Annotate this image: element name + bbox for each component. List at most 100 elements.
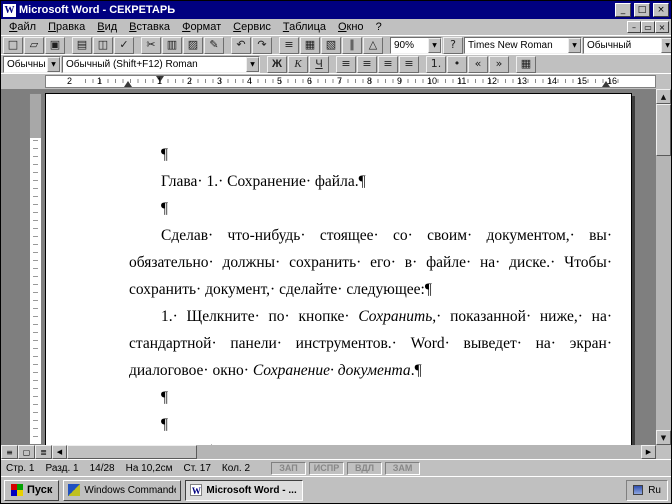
menu-item-1[interactable]: Правка bbox=[42, 20, 91, 34]
bold-button[interactable]: Ж bbox=[267, 56, 287, 73]
paragraph[interactable]: ¶ bbox=[129, 411, 612, 438]
paragraph[interactable]: Сделав· что-нибудь· стоящее· со· своим· … bbox=[129, 222, 612, 303]
status-field: Ст. 17 bbox=[184, 463, 211, 474]
print-preview-button[interactable]: ◫ bbox=[93, 37, 113, 54]
left-indent-marker[interactable] bbox=[124, 81, 132, 87]
paragraph[interactable]: 1.· Щелкните· по· кнопке· Сохранить,· по… bbox=[129, 303, 612, 384]
document-minimize-button[interactable]: – bbox=[627, 21, 641, 33]
spelling-button[interactable]: ✓ bbox=[114, 37, 134, 54]
underline-button[interactable]: Ч bbox=[309, 56, 329, 73]
zoom-combobox[interactable]: 90% ▼ bbox=[390, 37, 442, 54]
font-name-combobox[interactable]: Times New Roman ▼ bbox=[464, 37, 582, 54]
menu-item-4[interactable]: Формат bbox=[176, 20, 227, 34]
horizontal-scroll-thumb[interactable] bbox=[67, 445, 197, 459]
decrease-indent-button[interactable]: « bbox=[468, 56, 488, 73]
start-button[interactable]: Пуск bbox=[4, 480, 59, 501]
menu-item-8[interactable]: ? bbox=[370, 20, 388, 34]
drawing-button[interactable]: △ bbox=[363, 37, 383, 54]
normal-view-button[interactable]: ≡ bbox=[1, 445, 18, 459]
horizontal-scrollbar[interactable]: ≡ ▢ ≣ ◀ ▶ bbox=[1, 445, 671, 459]
scroll-down-icon[interactable]: ▼ bbox=[656, 430, 671, 445]
vertical-scroll-track[interactable] bbox=[656, 104, 671, 430]
chevron-down-icon[interactable]: ▼ bbox=[47, 57, 60, 72]
paragraph[interactable]: ¶ bbox=[129, 141, 612, 168]
align-left-button[interactable]: ≡ bbox=[336, 56, 356, 73]
menu-item-2[interactable]: Вид bbox=[91, 20, 123, 34]
scroll-left-icon[interactable]: ◀ bbox=[52, 445, 67, 459]
ruler-number: 5 bbox=[277, 76, 282, 87]
vertical-scroll-thumb[interactable] bbox=[656, 104, 671, 156]
vertical-ruler[interactable] bbox=[29, 93, 42, 445]
system-tray[interactable]: Ru bbox=[626, 480, 668, 501]
word-icon: W bbox=[190, 484, 202, 496]
columns-button[interactable]: ∥ bbox=[342, 37, 362, 54]
document-close-button[interactable]: × bbox=[655, 21, 669, 33]
paragraph[interactable]: 2.· Выберите· диск· и· папку· на· диске,… bbox=[129, 438, 612, 445]
title-bar[interactable]: W Microsoft Word - СЕКРЕТАРЬ _ □ × bbox=[1, 1, 671, 19]
save-button[interactable]: ▣ bbox=[45, 37, 65, 54]
paragraph[interactable]: ¶ bbox=[129, 384, 612, 411]
status-indicator[interactable]: ЗАМ bbox=[385, 462, 420, 475]
undo-button[interactable]: ↶ bbox=[231, 37, 251, 54]
tray-icon[interactable] bbox=[633, 485, 643, 495]
outline-view-button[interactable]: ≣ bbox=[35, 445, 52, 459]
horizontal-ruler[interactable]: 2112345678910111213141516 bbox=[1, 73, 671, 89]
page-layout-view-button[interactable]: ▢ bbox=[18, 445, 35, 459]
vertical-scrollbar[interactable]: ▲ ▼ bbox=[656, 89, 671, 445]
menu-item-3[interactable]: Вставка bbox=[123, 20, 176, 34]
top-margin-zone bbox=[30, 94, 41, 138]
help-button[interactable]: ? bbox=[443, 37, 463, 54]
paragraph[interactable]: ¶ bbox=[129, 195, 612, 222]
redo-button[interactable]: ↷ bbox=[252, 37, 272, 54]
task-label: Microsoft Word - ... bbox=[206, 485, 296, 496]
menu-item-5[interactable]: Сервис bbox=[227, 20, 277, 34]
taskbar-task-0[interactable]: Windows Commander bbox=[63, 480, 181, 501]
close-button[interactable]: × bbox=[653, 3, 669, 17]
font-name-value: Times New Roman bbox=[468, 40, 566, 51]
chevron-down-icon[interactable]: ▼ bbox=[246, 57, 259, 72]
chevron-down-icon[interactable]: ▼ bbox=[568, 38, 581, 53]
font-style-combobox[interactable]: Обычный (Shift+F12) Roman ▼ bbox=[62, 56, 260, 73]
status-indicator[interactable]: ВДЛ bbox=[347, 462, 382, 475]
format-painter-button[interactable]: ✎ bbox=[204, 37, 224, 54]
style-combobox[interactable]: Обычный ▼ bbox=[3, 56, 61, 73]
numbered-list-button[interactable]: 1. bbox=[426, 56, 446, 73]
ruler-number: 2 bbox=[187, 76, 192, 87]
print-button[interactable]: ▤ bbox=[72, 37, 92, 54]
document-page[interactable]: ¶Глава· 1.· Сохранение· файла.¶¶Сделав· … bbox=[45, 93, 632, 445]
menu-item-7[interactable]: Окно bbox=[332, 20, 370, 34]
horizontal-scroll-track[interactable] bbox=[67, 445, 641, 459]
cut-button[interactable]: ✂ bbox=[141, 37, 161, 54]
insert-excel-button[interactable]: ▧ bbox=[321, 37, 341, 54]
copy-button[interactable]: ▥ bbox=[162, 37, 182, 54]
style-combobox-partial[interactable]: Обычный ▼ bbox=[583, 37, 671, 54]
open-button[interactable]: ▱ bbox=[24, 37, 44, 54]
paragraph[interactable]: Глава· 1.· Сохранение· файла.¶ bbox=[129, 168, 612, 195]
taskbar-task-1[interactable]: W Microsoft Word - ... bbox=[185, 480, 303, 501]
document-restore-button[interactable]: ▭ bbox=[641, 21, 655, 33]
status-indicator[interactable]: ИСПР bbox=[309, 462, 344, 475]
chevron-down-icon[interactable]: ▼ bbox=[661, 38, 671, 53]
italic-button[interactable]: К bbox=[288, 56, 308, 73]
insert-table-button[interactable]: ▦ bbox=[300, 37, 320, 54]
autoformat-button[interactable]: ≡ bbox=[279, 37, 299, 54]
bulleted-list-button[interactable]: • bbox=[447, 56, 467, 73]
ruler-number: 8 bbox=[367, 76, 372, 87]
maximize-button[interactable]: □ bbox=[634, 3, 650, 17]
new-document-button[interactable]: □ bbox=[3, 37, 23, 54]
minimize-button[interactable]: _ bbox=[615, 3, 631, 17]
scroll-up-icon[interactable]: ▲ bbox=[656, 89, 671, 104]
align-justify-button[interactable]: ≡ bbox=[399, 56, 419, 73]
scroll-right-icon[interactable]: ▶ bbox=[641, 445, 656, 459]
font-style-value: Обычный (Shift+F12) Roman bbox=[66, 59, 244, 70]
borders-button[interactable]: ▦ bbox=[516, 56, 536, 73]
align-center-button[interactable]: ≡ bbox=[357, 56, 377, 73]
chevron-down-icon[interactable]: ▼ bbox=[428, 38, 441, 53]
language-indicator[interactable]: Ru bbox=[648, 485, 661, 496]
menu-item-0[interactable]: Файл bbox=[3, 20, 42, 34]
status-indicator[interactable]: ЗАП bbox=[271, 462, 306, 475]
paste-button[interactable]: ▨ bbox=[183, 37, 203, 54]
increase-indent-button[interactable]: » bbox=[489, 56, 509, 73]
menu-item-6[interactable]: Таблица bbox=[277, 20, 332, 34]
align-right-button[interactable]: ≡ bbox=[378, 56, 398, 73]
